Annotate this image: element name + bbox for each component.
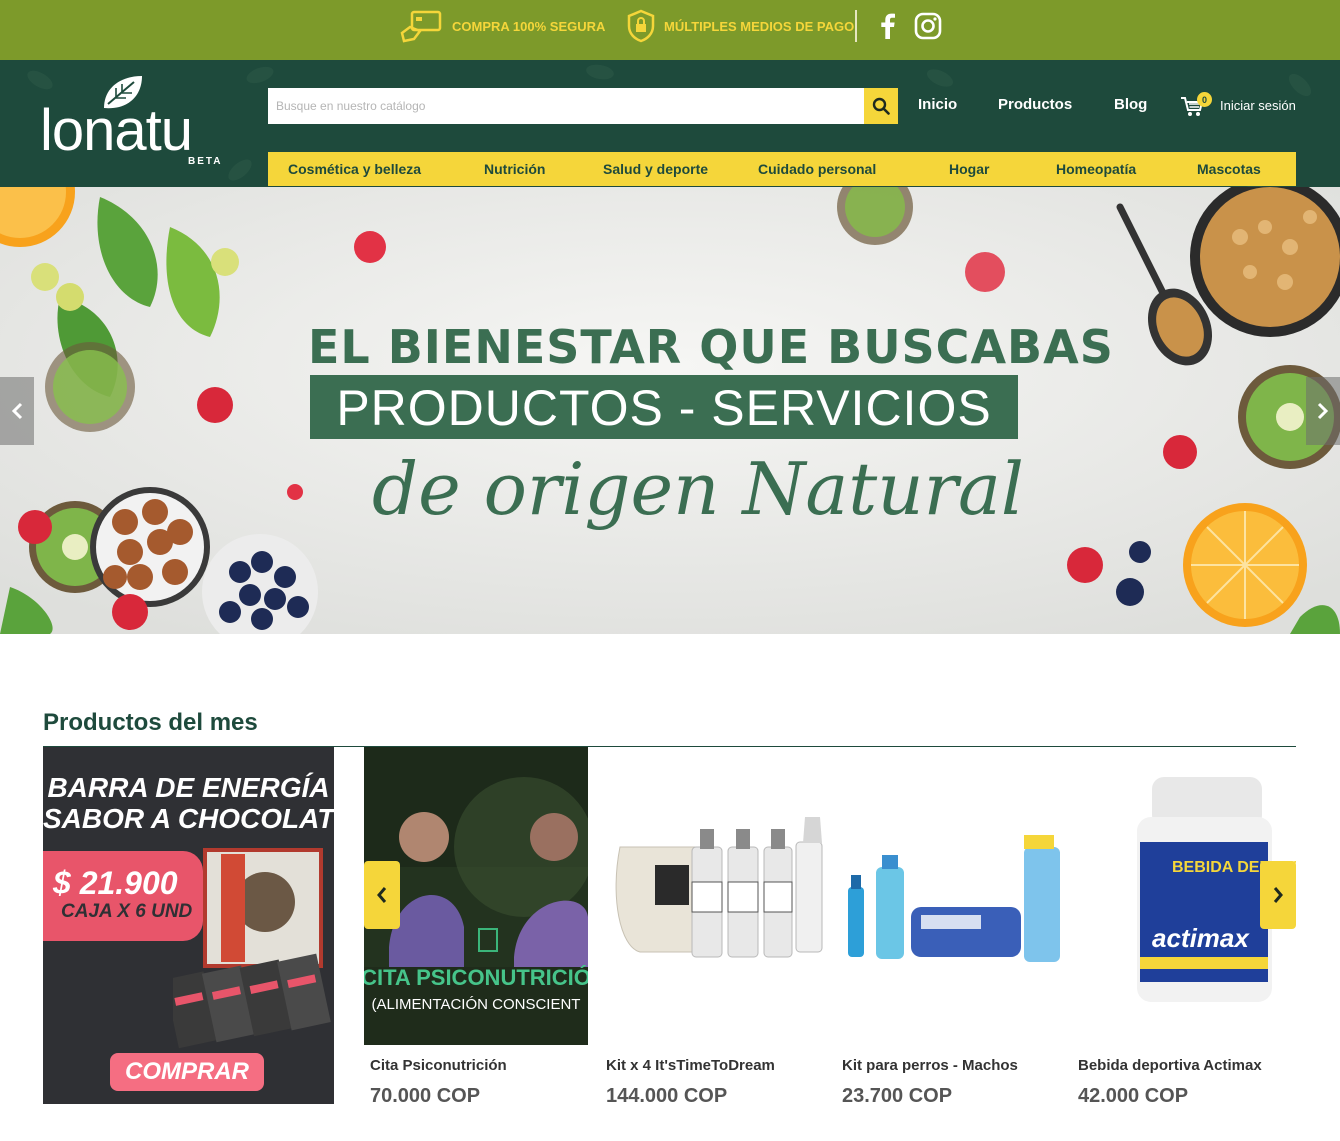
section-title: Productos del mes bbox=[43, 709, 258, 736]
product-name[interactable]: Kit para perros - Machos bbox=[842, 1057, 1018, 1074]
promo-title-line1: BARRA DE ENERGÍA bbox=[47, 772, 330, 803]
hero-prev-button[interactable] bbox=[0, 377, 34, 445]
secure-purchase-badge: COMPRA 100% SEGURA bbox=[400, 8, 605, 44]
promo-price: $ 21.900 bbox=[53, 865, 178, 901]
chevron-right-icon bbox=[1317, 402, 1329, 420]
sleep-kit-photo bbox=[600, 747, 824, 1045]
secure-purchase-label: COMPRA 100% SEGURA bbox=[452, 18, 606, 34]
product-price: 23.700 COP bbox=[842, 1085, 953, 1107]
top-bar: COMPRA 100% SEGURA MÚLTIPLES MEDIOS DE P… bbox=[0, 0, 1340, 60]
svg-text:actimax: actimax bbox=[1152, 923, 1250, 953]
cart-count-badge: 0 bbox=[1197, 92, 1212, 107]
product-card[interactable]: Kit para perros - Machos 23.700 COP bbox=[836, 747, 1060, 1127]
category-cosmetica[interactable]: Cosmética y belleza bbox=[288, 161, 421, 177]
category-homeopatia[interactable]: Homeopatía bbox=[1056, 161, 1136, 177]
shield-lock-icon bbox=[627, 9, 655, 43]
instagram-icon[interactable] bbox=[914, 12, 942, 40]
svg-text:(ALIMENTACIÓN CONSCIENT: (ALIMENTACIÓN CONSCIENT bbox=[372, 996, 581, 1013]
search-bar bbox=[268, 88, 898, 124]
main-header: lonatu BETA Inicio Productos Blog 0 Inic… bbox=[0, 60, 1340, 187]
credit-card-hand-icon bbox=[400, 10, 442, 43]
category-cuidado-personal[interactable]: Cuidado personal bbox=[758, 161, 876, 177]
logo-wordmark: lonatu bbox=[40, 98, 193, 163]
dog-kit-photo bbox=[836, 747, 1060, 1045]
product-name[interactable]: Cita Psiconutrición bbox=[370, 1057, 507, 1074]
chevron-right-icon bbox=[1273, 887, 1283, 903]
product-card[interactable]: Kit x 4 It'sTimeToDream 144.000 COP bbox=[600, 747, 824, 1127]
svg-text:CITA PSICONUTRICIÓ: CITA PSICONUTRICIÓ bbox=[364, 965, 588, 990]
promo-title-line2: SABOR A CHOCOLATE bbox=[43, 803, 334, 834]
hero-tagline: PRODUCTOS - SERVICIOS bbox=[336, 380, 992, 436]
carousel-prev-button[interactable] bbox=[364, 861, 400, 929]
hero-banner[interactable]: EL BIENESTAR QUE BUSCABAS PRODUCTOS - SE… bbox=[0, 187, 1340, 634]
payment-methods-badge: MÚLTIPLES MEDIOS DE PAGO bbox=[626, 8, 854, 44]
product-price: 42.000 COP bbox=[1078, 1085, 1189, 1107]
divider bbox=[855, 10, 857, 42]
nav-productos[interactable]: Productos bbox=[998, 96, 1072, 113]
nav-blog[interactable]: Blog bbox=[1114, 96, 1147, 113]
search-input[interactable] bbox=[268, 88, 864, 124]
category-bar: Cosmética y belleza Nutrición Salud y de… bbox=[268, 152, 1296, 186]
hero-headline: EL BIENESTAR QUE BUSCABAS bbox=[308, 320, 1114, 374]
login-link[interactable]: Iniciar sesión bbox=[1220, 98, 1296, 113]
product-price: 70.000 COP bbox=[370, 1085, 481, 1107]
nav-inicio[interactable]: Inicio bbox=[918, 96, 957, 113]
category-nutricion[interactable]: Nutrición bbox=[484, 161, 545, 177]
facebook-icon[interactable] bbox=[874, 12, 902, 40]
search-icon bbox=[872, 97, 890, 115]
product-card[interactable]: CITA PSICONUTRICIÓ (ALIMENTACIÓN CONSCIE… bbox=[364, 747, 588, 1127]
hero-script-text: de origen Natural bbox=[372, 447, 1024, 531]
carousel-next-button[interactable] bbox=[1260, 861, 1296, 929]
chevron-left-icon bbox=[11, 402, 23, 420]
logo-beta-label: BETA bbox=[188, 156, 223, 167]
product-name[interactable]: Kit x 4 It'sTimeToDream bbox=[606, 1057, 775, 1074]
product-image bbox=[836, 747, 1060, 1045]
lonatu-logo[interactable]: lonatu BETA bbox=[40, 74, 230, 174]
promo-buy-button[interactable]: COMPRAR bbox=[110, 1053, 264, 1091]
promo-banner[interactable]: BARRA DE ENERGÍA SABOR A CHOCOLATE $ 21.… bbox=[43, 747, 334, 1104]
search-button[interactable] bbox=[864, 88, 898, 124]
hero-tagline-box: PRODUCTOS - SERVICIOS bbox=[310, 375, 1018, 439]
product-price: 144.000 COP bbox=[606, 1085, 728, 1107]
product-image bbox=[600, 747, 824, 1045]
chevron-left-icon bbox=[377, 887, 387, 903]
hero-next-button[interactable] bbox=[1306, 377, 1340, 445]
category-salud-deporte[interactable]: Salud y deporte bbox=[603, 161, 708, 177]
payment-methods-label: MÚLTIPLES MEDIOS DE PAGO bbox=[664, 18, 855, 34]
product-name[interactable]: Bebida deportiva Actimax bbox=[1078, 1057, 1262, 1074]
category-hogar[interactable]: Hogar bbox=[949, 161, 989, 177]
category-mascotas[interactable]: Mascotas bbox=[1197, 161, 1261, 177]
energy-bar-box-image bbox=[173, 848, 331, 1049]
product-card[interactable]: BEBIDA DEPORTIVA actimax Bebida deportiv… bbox=[1072, 747, 1296, 1127]
